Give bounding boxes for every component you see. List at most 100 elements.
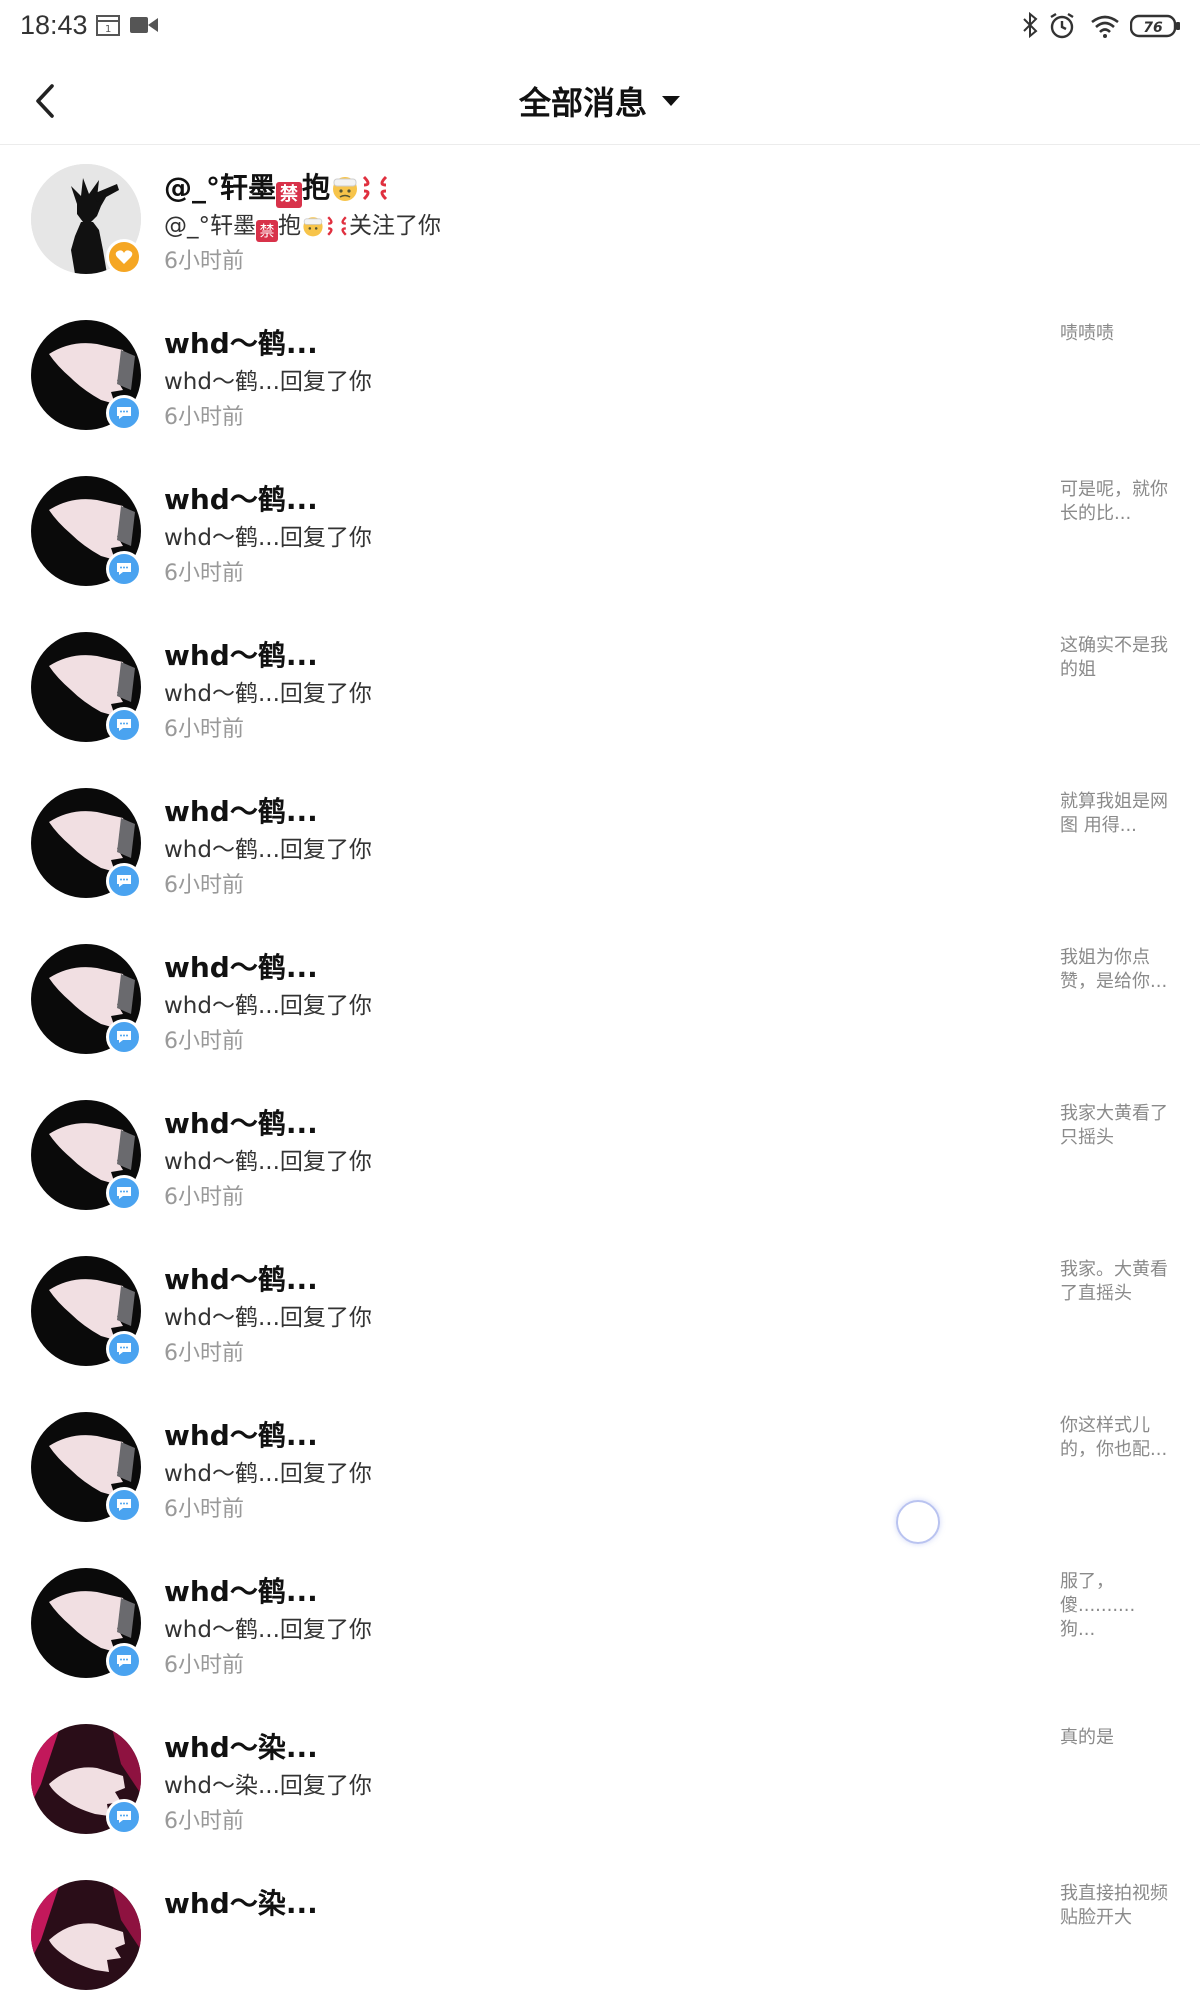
notification-text: whd～鹤...回复了你	[164, 369, 372, 395]
caret-down-icon	[662, 96, 680, 106]
timestamp: 6小时前	[164, 717, 244, 742]
reply-preview[interactable]: 真的是	[1060, 1726, 1170, 1750]
reply-badge	[106, 707, 142, 743]
prohibited-emoji-icon: 禁	[276, 182, 303, 208]
sender-name[interactable]: whd～鹤...	[164, 946, 318, 986]
list-item[interactable]: whd～染... whd～染...回复了你 6小时前 真的是	[0, 1704, 1200, 1860]
sender-name[interactable]: whd～鹤...	[164, 1414, 318, 1454]
reply-preview[interactable]: 这确实不是我的姐	[1060, 634, 1170, 682]
action-user: @_°轩墨	[164, 213, 256, 239]
comment-icon	[117, 1811, 131, 1823]
comment-icon	[117, 1499, 131, 1511]
timestamp: 6小时前	[164, 1497, 244, 1522]
avatar[interactable]	[31, 1880, 141, 1990]
comment-icon	[117, 1343, 131, 1355]
list-item[interactable]: whd～染... 我直接拍视频贴脸开大	[0, 1860, 1200, 2016]
reply-preview[interactable]: 你这样式儿的，你也配...	[1060, 1414, 1170, 1462]
battery-icon: 76	[1129, 13, 1182, 43]
comment-icon	[117, 407, 131, 419]
reply-preview[interactable]: 可是呢，就你长的比...	[1060, 478, 1170, 526]
comment-icon	[117, 1187, 131, 1199]
reply-badge	[106, 551, 142, 587]
sender-name[interactable]: whd～鹤...	[164, 1570, 318, 1610]
sender-name-suffix: 抱	[302, 171, 331, 204]
reply-preview[interactable]: 我家大黄看了只摇头	[1060, 1102, 1170, 1150]
sender-name[interactable]: whd～鹤...	[164, 634, 318, 674]
reply-badge	[106, 1643, 142, 1679]
reply-preview[interactable]: 服了，傻..........狗...	[1060, 1570, 1170, 1642]
notification-text: whd～鹤...回复了你	[164, 1461, 372, 1487]
page-title: 全部消息	[518, 84, 647, 122]
sender-name[interactable]: whd～染...	[164, 1882, 318, 1922]
timestamp: 6小时前	[164, 1029, 244, 1054]
prohibited-emoji-icon: 禁	[256, 220, 278, 242]
reply-preview[interactable]: 我家。大黄看了直摇头	[1060, 1258, 1170, 1306]
loading-spinner	[896, 1500, 940, 1544]
list-item[interactable]: whd～鹤... whd～鹤...回复了你 6小时前 你这样式儿的，你也配...	[0, 1392, 1200, 1548]
timestamp: 6小时前	[164, 873, 244, 898]
notification-text: whd～鹤...回复了你	[164, 993, 372, 1019]
timestamp: 6小时前	[164, 1653, 244, 1678]
action-label: 关注了你	[349, 213, 441, 239]
follow-badge	[106, 239, 142, 275]
notification-text: @_°轩墨禁抱 关注了你	[164, 206, 441, 242]
list-item[interactable]: whd～鹤... whd～鹤...回复了你 6小时前 可是呢，就你长的比...	[0, 456, 1200, 612]
comment-icon	[117, 563, 131, 575]
svg-text:1: 1	[105, 24, 111, 35]
list-item[interactable]: whd～鹤... whd～鹤...回复了你 6小时前 服了，傻.........…	[0, 1548, 1200, 1704]
timestamp: 6小时前	[164, 1185, 244, 1210]
sender-name[interactable]: @_°轩墨禁抱	[164, 166, 390, 208]
action-user-suffix: 抱	[278, 213, 301, 239]
reply-badge	[106, 863, 142, 899]
status-bar: 18:43 1 76	[0, 0, 1200, 56]
reply-badge	[106, 1019, 142, 1055]
sender-name[interactable]: whd～鹤...	[164, 790, 318, 830]
message-list: @_°轩墨禁抱 @_°轩墨禁抱关注了你 6小时前 whd～鹤... whd～鹤.…	[0, 144, 1200, 2016]
comment-icon	[117, 1655, 131, 1667]
anger-symbol-icon	[362, 175, 388, 201]
calendar-icon: 1	[96, 14, 120, 40]
notification-text: whd～鹤...回复了你	[164, 525, 372, 551]
heart-icon	[115, 250, 133, 264]
reply-preview[interactable]: 我直接拍视频贴脸开大	[1060, 1882, 1170, 1930]
reply-badge	[106, 395, 142, 431]
message-filter-dropdown[interactable]: 全部消息	[519, 78, 681, 124]
timestamp: 6小时前	[164, 405, 244, 430]
header: 全部消息	[0, 56, 1200, 145]
list-item[interactable]: whd～鹤... whd～鹤...回复了你 6小时前 我家。大黄看了直摇头	[0, 1236, 1200, 1392]
hand-avatar-alt-icon	[31, 1880, 141, 1990]
notification-text: whd～鹤...回复了你	[164, 1149, 372, 1175]
reply-preview[interactable]: 啧啧啧	[1060, 322, 1170, 346]
notification-text: whd～鹤...回复了你	[164, 837, 372, 863]
sender-name[interactable]: whd～鹤...	[164, 1102, 318, 1142]
sender-name[interactable]: whd～鹤...	[164, 478, 318, 518]
video-icon	[130, 16, 158, 38]
list-item[interactable]: whd～鹤... whd～鹤...回复了你 6小时前 就算我姐是网图 用得...	[0, 768, 1200, 924]
timestamp: 6小时前	[164, 1809, 244, 1834]
sender-name[interactable]: whd～染...	[164, 1726, 318, 1766]
list-item[interactable]: whd～鹤... whd～鹤...回复了你 6小时前 我家大黄看了只摇头	[0, 1080, 1200, 1236]
sender-name[interactable]: whd～鹤...	[164, 322, 318, 362]
reply-preview[interactable]: 就算我姐是网图 用得...	[1060, 790, 1170, 838]
bandaged-face-emoji-icon	[333, 177, 358, 201]
timestamp: 6小时前	[164, 249, 244, 274]
comment-icon	[117, 719, 131, 731]
svg-text:76: 76	[1143, 20, 1163, 36]
notification-text: whd～鹤...回复了你	[164, 1305, 372, 1331]
comment-icon	[117, 1031, 131, 1043]
list-item[interactable]: @_°轩墨禁抱 @_°轩墨禁抱关注了你 6小时前	[0, 144, 1200, 300]
sender-name-text: @_°轩墨	[164, 171, 277, 204]
list-item[interactable]: whd～鹤... whd～鹤...回复了你 6小时前 我姐为你点赞，是给你...	[0, 924, 1200, 1080]
alarm-icon	[1048, 12, 1076, 44]
timestamp: 6小时前	[164, 561, 244, 586]
list-item[interactable]: whd～鹤... whd～鹤...回复了你 6小时前 这确实不是我的姐	[0, 612, 1200, 768]
reply-badge	[106, 1175, 142, 1211]
anger-symbol-icon	[327, 216, 347, 236]
bluetooth-icon	[1022, 11, 1038, 42]
reply-preview[interactable]: 我姐为你点赞，是给你...	[1060, 946, 1170, 994]
wifi-icon	[1090, 14, 1120, 42]
sender-name[interactable]: whd～鹤...	[164, 1258, 318, 1298]
notification-text: whd～鹤...回复了你	[164, 681, 372, 707]
list-item[interactable]: whd～鹤... whd～鹤...回复了你 6小时前 啧啧啧	[0, 300, 1200, 456]
notification-text: whd～鹤...回复了你	[164, 1617, 372, 1643]
